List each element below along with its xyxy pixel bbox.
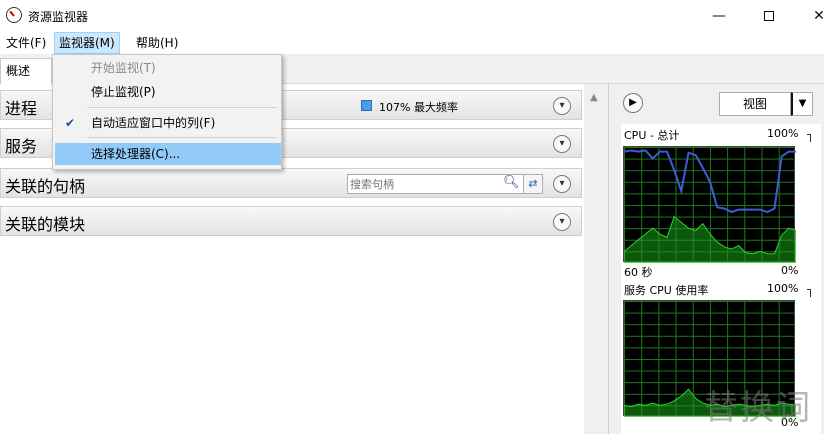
- menu-monitor[interactable]: 监视器(M): [54, 32, 120, 54]
- section-title-processes: 进程: [5, 99, 38, 118]
- collapse-processes-button[interactable]: ▾: [553, 97, 571, 115]
- menu-help[interactable]: 帮助(H): [132, 32, 182, 54]
- cpu-total-min: 0%: [781, 264, 799, 277]
- section-handles[interactable]: 关联的句柄 🔍︎ ⇄ ▾: [0, 168, 582, 198]
- menu-item-select-processors[interactable]: 选择处理器(C)...: [55, 143, 281, 165]
- expand-graphs-button[interactable]: ▶: [623, 93, 643, 113]
- resource-monitor-icon: [6, 7, 22, 23]
- axis-tick-top: [807, 134, 811, 142]
- service-cpu-label: 服务 CPU 使用率: [624, 284, 709, 297]
- max-frequency-line: [624, 149, 796, 214]
- max-frequency-legend-swatch: [361, 100, 372, 111]
- cpu-total-label: CPU - 总计: [624, 129, 680, 142]
- service-cpu-max: 100%: [767, 282, 799, 295]
- close-button[interactable]: ✕: [796, 0, 824, 32]
- title-bar: 资源监视器 — ✕: [0, 0, 824, 32]
- section-modules[interactable]: 关联的模块 ▾: [0, 206, 582, 236]
- cpu-usage-area: [624, 215, 796, 263]
- cpu-total-max: 100%: [767, 127, 799, 140]
- search-handles-input[interactable]: [347, 174, 525, 194]
- checkmark-icon: ✔: [65, 116, 76, 130]
- collapse-services-button[interactable]: ▾: [553, 135, 571, 153]
- axis-tick-top-2: [807, 289, 811, 297]
- scroll-up-icon[interactable]: ▲: [590, 92, 598, 103]
- collapse-modules-button[interactable]: ▾: [553, 213, 571, 231]
- maximize-icon: [764, 11, 774, 21]
- minimize-button[interactable]: —: [696, 0, 742, 32]
- collapse-handles-button[interactable]: ▾: [553, 175, 571, 193]
- menu-item-start-monitoring[interactable]: 开始监视(T): [55, 57, 281, 79]
- search-icon[interactable]: 🔍︎: [503, 175, 520, 190]
- cpu-total-svg: [624, 149, 796, 263]
- max-frequency-legend: 107% 最大频率: [379, 101, 458, 114]
- menu-separator: [87, 107, 277, 108]
- section-title-services: 服务: [5, 137, 38, 156]
- cpu-total-graph: [623, 146, 796, 263]
- tab-overview[interactable]: 概述: [0, 58, 52, 84]
- monitor-menu-dropdown: 开始监视(T) 停止监视(P) ✔ 自动适应窗口中的列(F) 选择处理器(C).…: [52, 54, 282, 170]
- menu-bar: 文件(F) 监视器(M) 帮助(H): [0, 32, 824, 54]
- menu-item-autofit-columns[interactable]: ✔ 自动适应窗口中的列(F): [55, 112, 281, 134]
- menu-item-stop-monitoring[interactable]: 停止监视(P): [55, 81, 281, 103]
- watermark: 替换词: [704, 388, 812, 428]
- section-title-modules: 关联的模块: [5, 215, 86, 234]
- window-title: 资源监视器: [28, 10, 89, 24]
- view-button[interactable]: 视图: [719, 92, 791, 116]
- menu-separator-2: [87, 137, 277, 138]
- cpu-time-label: 60 秒: [624, 266, 653, 279]
- menu-file[interactable]: 文件(F): [2, 32, 50, 54]
- menu-item-autofit-label: 自动适应窗口中的列(F): [91, 116, 216, 130]
- section-title-handles: 关联的句柄: [5, 177, 86, 196]
- refresh-icon[interactable]: ⇄: [523, 174, 543, 194]
- pane-splitter[interactable]: [584, 84, 608, 434]
- cpu-total-panel: CPU - 总计 100% 60 秒 0%: [621, 124, 821, 280]
- view-dropdown-icon[interactable]: ▼: [791, 92, 813, 116]
- maximize-button[interactable]: [746, 0, 792, 32]
